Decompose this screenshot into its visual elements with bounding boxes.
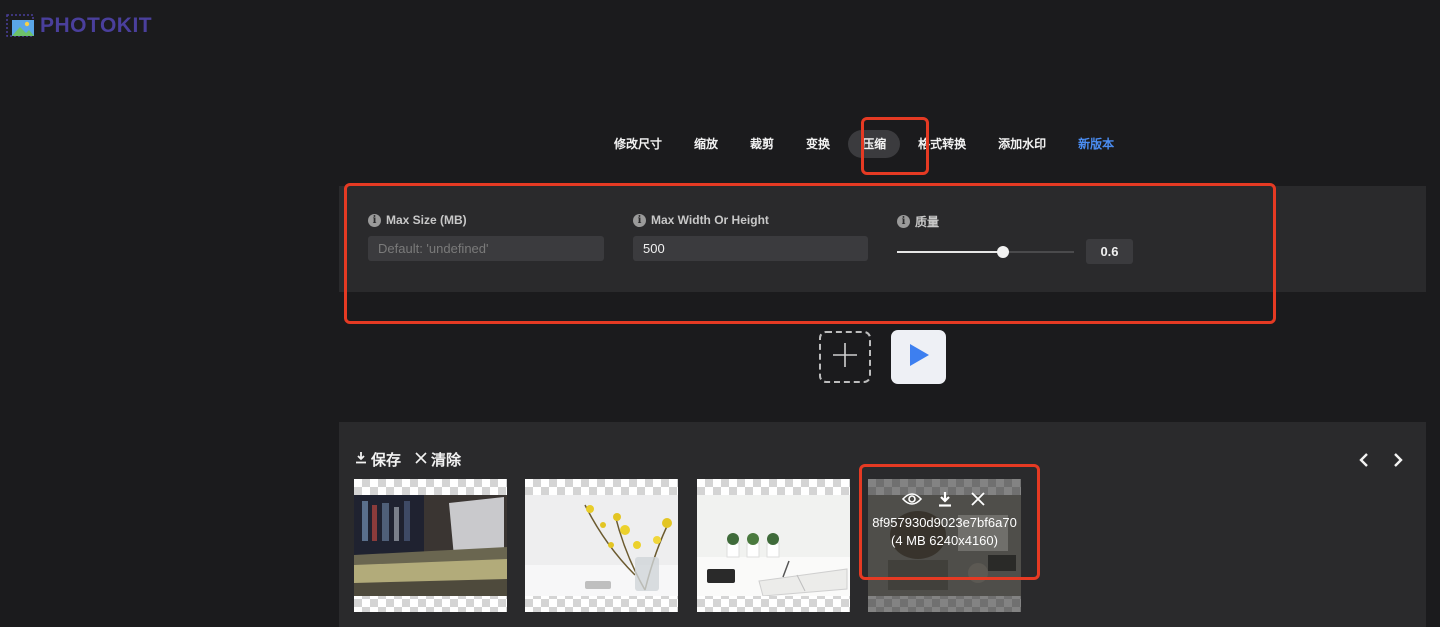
- save-all-button[interactable]: 保存: [355, 449, 401, 470]
- thumbnail-item-hovered[interactable]: 8f957930d9023e7bf6a70 (4 MB 6240x4160): [868, 479, 1021, 612]
- max-dimension-field: i Max Width Or Height: [633, 213, 868, 261]
- file-meta: (4 MB 6240x4160): [891, 533, 998, 548]
- tab-resize[interactable]: 修改尺寸: [600, 130, 676, 158]
- photo-yellow-flowers: [525, 495, 678, 596]
- max-size-label: Max Size (MB): [386, 213, 467, 227]
- compress-settings-panel: i Max Size (MB) i Max Width Or Height i …: [339, 186, 1426, 292]
- slider-fill: [897, 251, 1004, 253]
- tab-new-version[interactable]: 新版本: [1064, 130, 1128, 158]
- app-logo[interactable]: PHOTOKIT: [6, 14, 152, 38]
- quality-value[interactable]: 0.6: [1086, 239, 1133, 264]
- run-compress-button[interactable]: [891, 330, 946, 384]
- max-size-field: i Max Size (MB): [368, 213, 604, 261]
- slider-thumb[interactable]: [997, 246, 1010, 258]
- max-dimension-input[interactable]: [633, 236, 868, 261]
- download-icon[interactable]: [935, 491, 955, 507]
- add-image-button[interactable]: [819, 331, 871, 383]
- tab-crop[interactable]: 裁剪: [736, 130, 788, 158]
- result-gallery: 保存 清除 8f957930d9023e7bf6a70 (4 MB 6240x4…: [339, 422, 1426, 627]
- info-icon[interactable]: i: [633, 213, 646, 227]
- photo-desk-plants: [697, 495, 850, 597]
- photo-laptop-desk: [354, 495, 507, 596]
- clear-label: 清除: [431, 452, 462, 469]
- file-name: 8f957930d9023e7bf6a70: [872, 515, 1017, 530]
- close-icon[interactable]: [968, 491, 988, 507]
- max-size-input[interactable]: [368, 236, 604, 261]
- thumbnail-item[interactable]: [525, 479, 678, 612]
- info-icon[interactable]: i: [368, 213, 381, 227]
- tab-format-convert[interactable]: 格式转换: [904, 130, 980, 158]
- logo-text: PHOTOKIT: [40, 14, 153, 37]
- thumbnail-item[interactable]: [697, 479, 850, 612]
- tool-tabs: 修改尺寸 缩放 裁剪 变换 压缩 格式转换 添加水印 新版本: [600, 130, 1132, 158]
- quality-field: i 质量 0.6: [897, 213, 1133, 264]
- thumbnail-hover-overlay: 8f957930d9023e7bf6a70 (4 MB 6240x4160): [868, 479, 1021, 612]
- plus-icon: [831, 341, 859, 374]
- tab-compress[interactable]: 压缩: [848, 130, 901, 158]
- chevron-left-icon[interactable]: [1354, 450, 1374, 470]
- max-dimension-label: Max Width Or Height: [651, 213, 769, 227]
- thumbnail-item[interactable]: [354, 479, 507, 612]
- save-label: 保存: [371, 452, 402, 469]
- tab-transform[interactable]: 变换: [792, 130, 844, 158]
- download-icon: [355, 451, 367, 468]
- tab-watermark[interactable]: 添加水印: [984, 130, 1060, 158]
- quality-label: 质量: [915, 215, 940, 229]
- close-icon: [415, 451, 427, 468]
- eye-icon[interactable]: [901, 491, 922, 507]
- chevron-right-icon[interactable]: [1388, 450, 1408, 470]
- tab-scale[interactable]: 缩放: [680, 130, 732, 158]
- quality-slider[interactable]: [897, 239, 1074, 264]
- clear-all-button[interactable]: 清除: [415, 449, 461, 470]
- play-icon: [908, 343, 930, 372]
- info-icon[interactable]: i: [897, 215, 910, 228]
- image-icon: [6, 14, 36, 38]
